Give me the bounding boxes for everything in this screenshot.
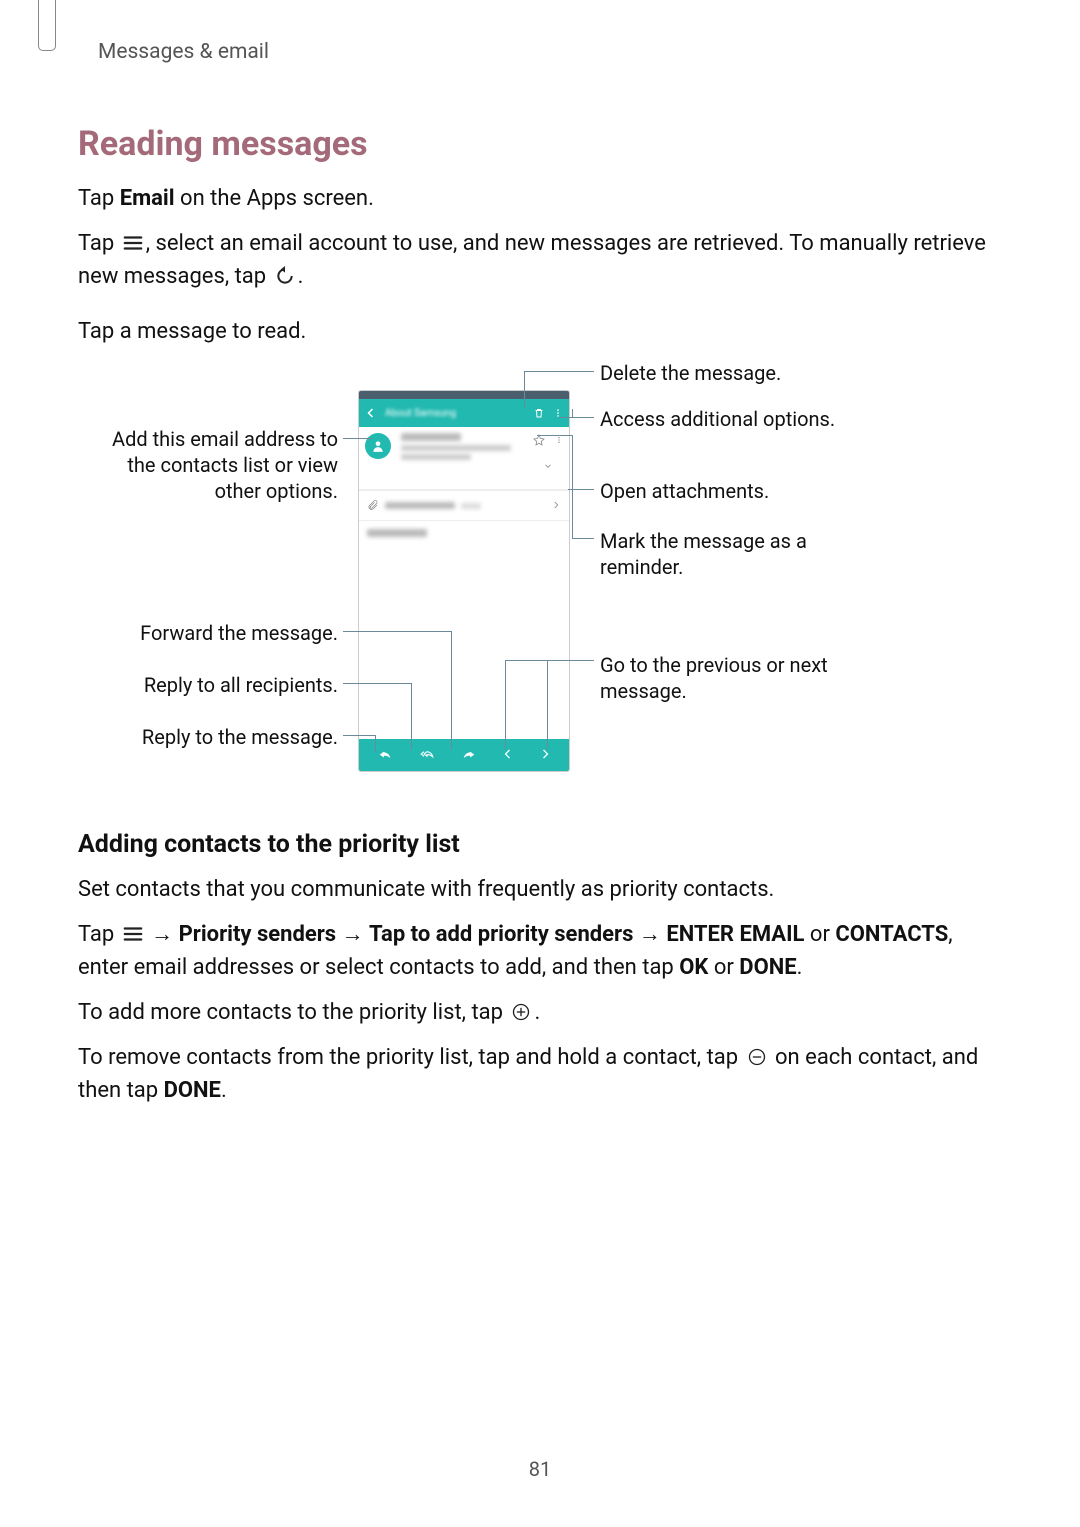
leader-line: [451, 631, 452, 750]
leader-line: [524, 371, 525, 408]
callout-forward: Forward the message.: [96, 620, 338, 646]
message-header: [359, 427, 569, 490]
text: →: [633, 922, 666, 947]
para-retrieve: Tap , select an email account to use, an…: [78, 227, 990, 293]
leader-line: [559, 417, 594, 418]
bold-enter-email: ENTER EMAIL: [666, 922, 804, 947]
callout-delete: Delete the message.: [600, 360, 781, 386]
bold-done: DONE: [739, 955, 796, 980]
text: on the Apps screen.: [175, 186, 374, 211]
callout-reminder: Mark the message as a reminder.: [600, 528, 860, 580]
reply-all-icon: [418, 746, 436, 765]
menu-icon: [122, 230, 144, 250]
sub-para-remove: To remove contacts from the priority lis…: [78, 1041, 990, 1107]
callout-options: Access additional options.: [600, 406, 835, 432]
breadcrumb: Messages & email: [98, 40, 990, 64]
overflow-small-icon: [555, 431, 563, 450]
menu-icon: [122, 921, 144, 941]
sender-detail-blur: [401, 445, 511, 451]
reply-icon: [377, 746, 393, 765]
leader-line: [411, 683, 412, 750]
leader-line: [343, 735, 375, 736]
callout-reply: Reply to the message.: [96, 724, 338, 750]
callout-add-contact: Add this email address to the contacts l…: [96, 426, 338, 504]
expand-icon: [541, 456, 555, 475]
callout-navigate: Go to the previous or next message.: [600, 652, 860, 704]
heading-reading-messages: Reading messages: [78, 124, 990, 164]
text: →: [336, 922, 369, 947]
text: or: [708, 955, 739, 980]
text: .: [534, 1000, 540, 1025]
text: .: [221, 1078, 227, 1103]
leader-line: [524, 371, 594, 372]
text: Tap: [78, 922, 120, 947]
forward-icon: [461, 746, 477, 765]
bold-tap-to-add: Tap to add priority senders: [369, 922, 633, 947]
leader-line: [343, 683, 411, 684]
bold-email: Email: [120, 186, 175, 211]
chevron-right-icon: [551, 496, 561, 515]
attachment-size-blur: [461, 503, 481, 509]
page-number: 81: [0, 1457, 1080, 1481]
bold-ok: OK: [679, 955, 708, 980]
paperclip-icon: [367, 496, 379, 515]
text: →: [146, 922, 179, 947]
add-circle-icon: [510, 999, 532, 1019]
text: .: [797, 955, 803, 980]
text: Tap: [78, 186, 120, 211]
next-msg-icon: [539, 746, 551, 765]
leader-line: [343, 438, 373, 439]
star-icon: [533, 431, 545, 450]
leader-line: [505, 660, 506, 750]
bold-done2: DONE: [164, 1078, 221, 1103]
text: .: [298, 264, 304, 289]
message-body-area: [359, 521, 569, 545]
message-screen-diagram: About Samsung: [78, 360, 948, 790]
text: To remove contacts from the priority lis…: [78, 1045, 744, 1070]
sub-para-intro: Set contacts that you communicate with f…: [78, 873, 990, 906]
attachment-name-blur: [385, 502, 455, 509]
para-tap-to-read: Tap a message to read.: [78, 315, 990, 348]
sub-para-add-more: To add more contacts to the priority lis…: [78, 996, 990, 1029]
bottom-toolbar: [359, 739, 569, 771]
prev-msg-icon: [502, 746, 514, 765]
leader-line: [572, 435, 573, 538]
text: , select an email account to use, and ne…: [78, 231, 986, 289]
sub-heading-priority: Adding contacts to the priority list: [78, 830, 990, 859]
callout-attachments: Open attachments.: [600, 478, 769, 504]
attachment-row: [359, 490, 569, 521]
sender-date-blur: [401, 454, 471, 460]
phone-toolbar: About Samsung: [359, 399, 569, 427]
leader-line: [572, 538, 594, 539]
para-open-email: Tap Email on the Apps screen.: [78, 182, 990, 215]
toolbar-title-blur: About Samsung: [385, 408, 456, 419]
leader-line: [537, 435, 573, 436]
sub-para-steps: Tap → Priority senders → Tap to add prio…: [78, 918, 990, 984]
leader-line: [547, 660, 548, 750]
document-page: Messages & email Reading messages Tap Em…: [0, 0, 1080, 1527]
sender-name-blur: [401, 433, 461, 441]
phone-mock: About Samsung: [358, 390, 570, 772]
text: or: [804, 922, 835, 947]
page-tab-decoration: [38, 0, 56, 51]
leader-line: [343, 631, 451, 632]
leader-line: [572, 409, 573, 417]
sender-avatar: [365, 433, 391, 459]
leader-line: [375, 735, 376, 752]
bold-priority-senders: Priority senders: [179, 922, 336, 947]
back-icon: [365, 407, 377, 419]
trash-icon: [533, 406, 545, 420]
callout-reply-all: Reply to all recipients.: [96, 672, 338, 698]
header-icon-group: [533, 431, 563, 475]
phone-statusbar: [359, 391, 569, 399]
body-text-blur: [367, 529, 427, 537]
refresh-icon: [274, 263, 296, 283]
text: Tap: [78, 231, 120, 256]
remove-circle-icon: [746, 1044, 768, 1064]
leader-line: [505, 660, 594, 661]
bold-contacts: CONTACTS: [835, 922, 948, 947]
text: To add more contacts to the priority lis…: [78, 1000, 508, 1025]
